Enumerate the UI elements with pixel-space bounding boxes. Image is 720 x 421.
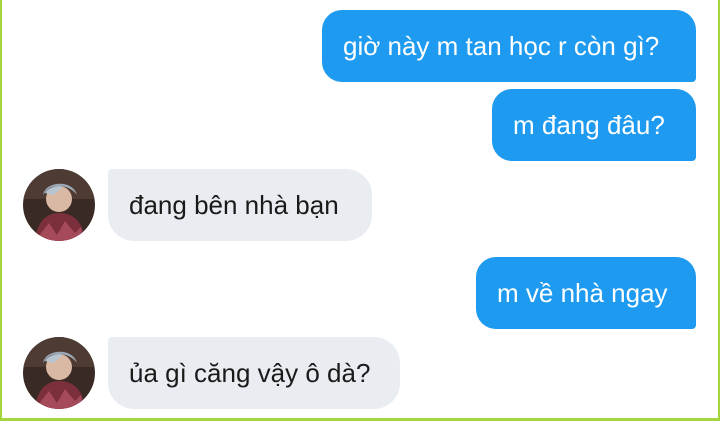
outgoing-message-bubble[interactable]: m đang đâu? — [492, 89, 696, 161]
incoming-message-bubble[interactable]: ủa gì căng vậy ô dà? — [108, 337, 400, 409]
message-text: ủa gì căng vậy ô dà? — [129, 358, 371, 388]
incoming-message-bubble[interactable]: đang bên nhà bạn — [108, 169, 372, 241]
message-text: giờ này m tan học r còn gì? — [343, 31, 660, 61]
message-text: m về nhà ngay — [497, 278, 668, 308]
message-text: m đang đâu? — [513, 110, 665, 140]
avatar-photo-icon — [23, 337, 95, 409]
message-text: đang bên nhà bạn — [129, 190, 339, 220]
avatar-photo-icon — [23, 169, 95, 241]
outgoing-message-bubble[interactable]: giờ này m tan học r còn gì? — [322, 10, 696, 82]
contact-avatar[interactable] — [23, 337, 95, 409]
outgoing-message-bubble[interactable]: m về nhà ngay — [476, 257, 696, 329]
message-thread: giờ này m tan học r còn gì? m đang đâu? … — [0, 0, 720, 421]
contact-avatar[interactable] — [23, 169, 95, 241]
